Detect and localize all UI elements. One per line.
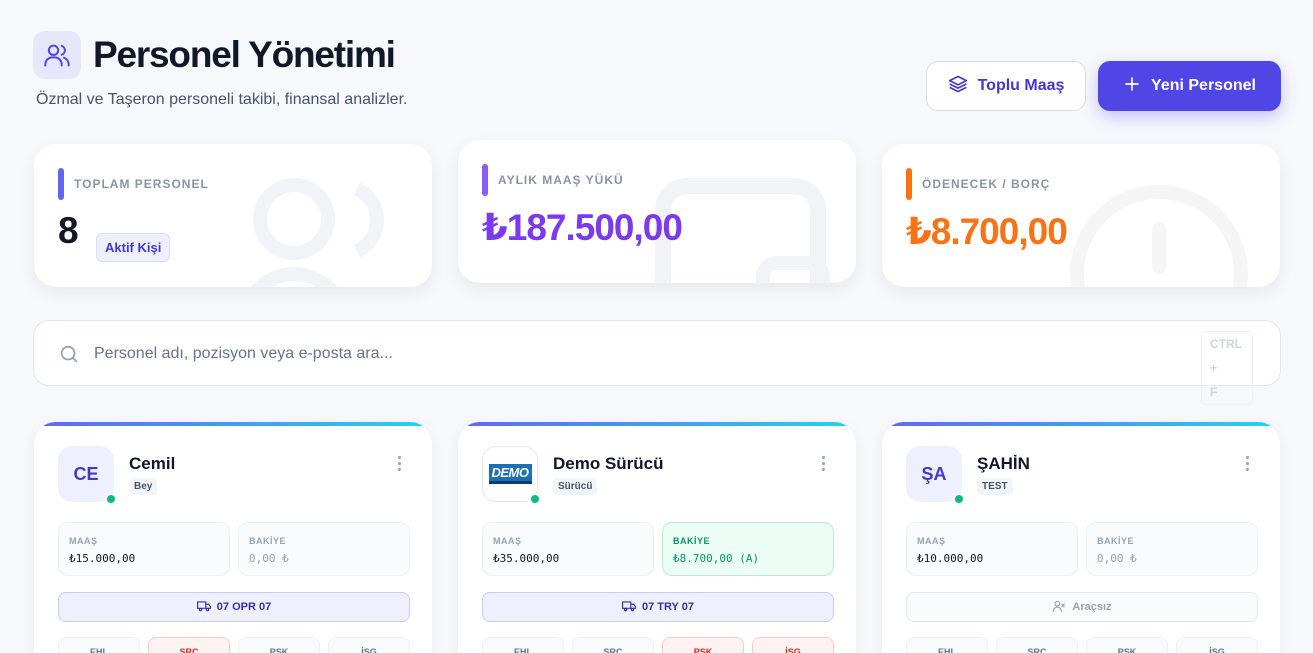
document-status-row: EHL SRC PSK İSG xyxy=(482,637,834,653)
more-vertical-icon[interactable] xyxy=(398,456,402,474)
plus-icon xyxy=(1123,75,1141,98)
avatar: CE xyxy=(58,446,114,502)
personnel-role-badge: TEST xyxy=(977,478,1013,495)
doc-badge-isg[interactable]: İSG xyxy=(328,637,410,653)
stat-value: 8 xyxy=(58,210,79,251)
shortcut-line: CTRL + xyxy=(1210,337,1242,375)
card-accent-bar xyxy=(34,422,432,426)
personnel-card[interactable]: DEMO Demo Sürücü Sürücü MAAŞ ₺35.000,00 … xyxy=(458,422,856,653)
balance-value: ₺8.700,00 (A) xyxy=(673,552,760,565)
doc-badge-ehl[interactable]: EHL xyxy=(906,637,988,653)
card-accent-bar xyxy=(458,422,856,426)
vehicle-plate: 07 TRY 07 xyxy=(642,601,694,613)
truck-icon xyxy=(196,600,211,615)
bulk-salary-label: Toplu Maaş xyxy=(977,77,1065,94)
personnel-card[interactable]: ŞA ŞAHİN TEST MAAŞ ₺10.000,00 BAKİYE 0,0… xyxy=(882,422,1280,653)
personnel-role-badge: Sürücü xyxy=(553,478,598,495)
users-watermark-icon xyxy=(250,178,384,287)
balance-box: BAKİYE 0,00 ₺ xyxy=(238,522,410,576)
vehicle-plate: 07 OPR 07 xyxy=(216,601,272,613)
search-bar: CTRL + F xyxy=(33,320,1281,405)
balance-value: 0,00 ₺ xyxy=(249,552,289,565)
salary-box: MAAŞ ₺35.000,00 xyxy=(482,522,654,576)
user-x-icon xyxy=(1052,599,1066,616)
doc-badge-isg[interactable]: İSG xyxy=(752,637,834,653)
vehicle-plate: Araçsız xyxy=(1072,601,1112,613)
doc-badge-src[interactable]: SRC xyxy=(148,637,230,653)
stat-card-total-personnel: TOPLAM PERSONEL 8 Aktif Kişi xyxy=(34,144,432,287)
salary-label: MAAŞ xyxy=(493,536,522,546)
stat-value: ₺8.700,00 xyxy=(906,211,1068,252)
balance-label: BAKİYE xyxy=(249,536,287,546)
personnel-name[interactable]: ŞAHİN xyxy=(977,454,1030,474)
stat-label: TOPLAM PERSONEL xyxy=(74,177,209,191)
online-status-dot xyxy=(529,493,541,505)
balance-value: 0,00 ₺ xyxy=(1097,552,1137,565)
vehicle-plate-button[interactable]: 07 OPR 07 xyxy=(58,592,410,622)
doc-badge-ehl[interactable]: EHL xyxy=(482,637,564,653)
salary-value: ₺35.000,00 xyxy=(493,552,560,565)
users-icon xyxy=(33,31,81,79)
balance-box: BAKİYE ₺8.700,00 (A) xyxy=(662,522,834,576)
personnel-name[interactable]: Demo Sürücü xyxy=(553,454,664,474)
document-status-row: EHL SRC PSK İSG xyxy=(906,637,1258,653)
doc-badge-psk[interactable]: PSK xyxy=(1086,637,1168,653)
stat-label: AYLIK MAAŞ YÜKÜ xyxy=(498,173,624,187)
truck-icon xyxy=(622,600,636,615)
stat-card-monthly-salary: AYLIK MAAŞ YÜKÜ ₺187.500,00 xyxy=(458,140,856,283)
personnel-role-badge: Bey xyxy=(129,478,158,495)
page-subtitle: Özmal ve Taşeron personeli takibi, finan… xyxy=(36,91,408,108)
doc-badge-isg[interactable]: İSG xyxy=(1176,637,1258,653)
doc-badge-src[interactable]: SRC xyxy=(996,637,1078,653)
bulk-salary-button[interactable]: Toplu Maaş xyxy=(926,61,1086,111)
vehicle-plate-button[interactable]: Araçsız xyxy=(906,592,1258,622)
personnel-name[interactable]: Cemil xyxy=(129,454,175,474)
balance-box: BAKİYE 0,00 ₺ xyxy=(1086,522,1258,576)
new-personnel-button[interactable]: Yeni Personel xyxy=(1098,61,1281,111)
avatar: ŞA xyxy=(906,446,962,502)
page-title: Personel Yönetimi xyxy=(93,34,396,75)
new-personnel-label: Yeni Personel xyxy=(1151,77,1256,94)
stat-accent-bar xyxy=(906,168,912,200)
layers-icon xyxy=(948,74,968,99)
search-input[interactable] xyxy=(94,339,1174,369)
status-badge: Aktif Kişi xyxy=(96,233,171,262)
keyboard-shortcut-hint: CTRL + F xyxy=(1201,331,1253,405)
card-accent-bar xyxy=(882,422,1280,426)
doc-badge-ehl[interactable]: EHL xyxy=(58,637,140,653)
online-status-dot xyxy=(105,493,117,505)
stat-accent-bar xyxy=(482,164,488,196)
stat-card-payable-debt: ÖDENECEK / BORÇ ₺8.700,00 xyxy=(882,144,1280,287)
salary-value: ₺15.000,00 xyxy=(69,552,136,565)
more-vertical-icon[interactable] xyxy=(1246,456,1250,474)
online-status-dot xyxy=(953,493,965,505)
balance-label: BAKİYE xyxy=(1097,536,1135,546)
personnel-card[interactable]: CE Cemil Bey MAAŞ ₺15.000,00 BAKİYE 0,00… xyxy=(34,422,432,653)
document-status-row: EHL SRC PSK İSG xyxy=(58,637,410,653)
salary-label: MAAŞ xyxy=(917,536,946,546)
shortcut-line: F xyxy=(1210,385,1218,399)
vehicle-plate-button[interactable]: 07 TRY 07 xyxy=(482,592,834,622)
doc-badge-src[interactable]: SRC xyxy=(572,637,654,653)
alert-watermark-icon xyxy=(1070,185,1248,287)
avatar: DEMO xyxy=(482,446,538,502)
salary-box: MAAŞ ₺15.000,00 xyxy=(58,522,230,576)
demo-logo: DEMO xyxy=(488,464,532,484)
stat-value: ₺187.500,00 xyxy=(482,207,683,248)
doc-badge-psk[interactable]: PSK xyxy=(238,637,320,653)
balance-label: BAKİYE xyxy=(673,536,711,546)
salary-label: MAAŞ xyxy=(69,536,98,546)
doc-badge-psk[interactable]: PSK xyxy=(662,637,744,653)
search-icon xyxy=(58,343,80,370)
stat-accent-bar xyxy=(58,168,64,200)
salary-box: MAAŞ ₺10.000,00 xyxy=(906,522,1078,576)
stat-label: ÖDENECEK / BORÇ xyxy=(922,177,1051,191)
more-vertical-icon[interactable] xyxy=(822,456,826,474)
salary-value: ₺10.000,00 xyxy=(917,552,984,565)
